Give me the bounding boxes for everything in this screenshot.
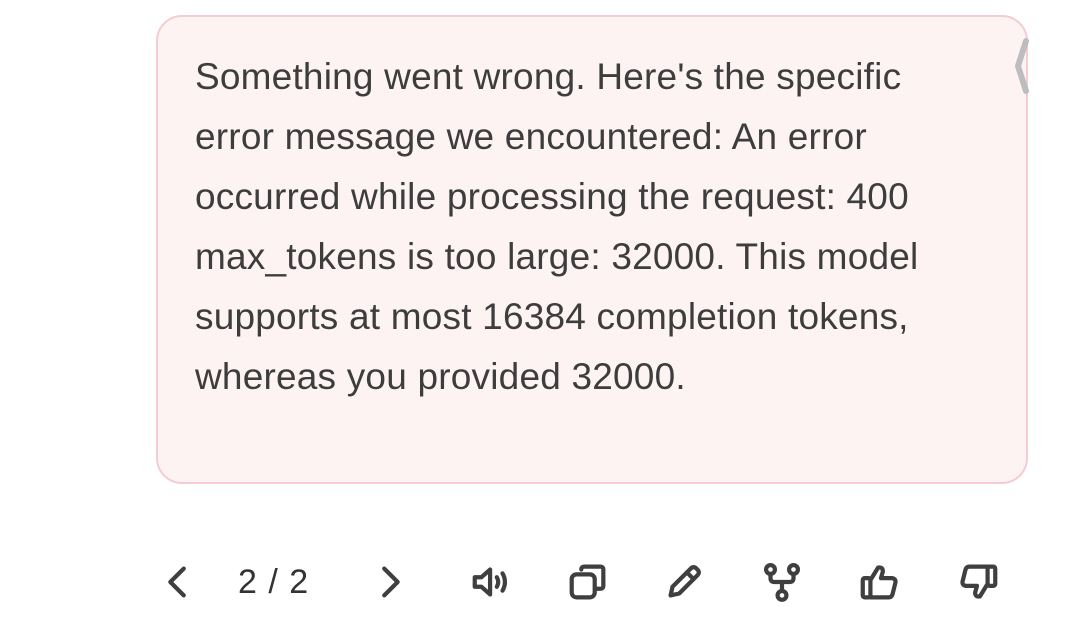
read-aloud-button[interactable] bbox=[464, 554, 520, 610]
error-message-bubble: Something went wrong. Here's the specifi… bbox=[156, 15, 1030, 484]
branch-conversation-button[interactable] bbox=[754, 554, 810, 610]
thumbs-up-button[interactable] bbox=[852, 554, 908, 610]
chevron-right-icon bbox=[382, 566, 400, 598]
copy-button[interactable] bbox=[560, 554, 616, 610]
next-response-button[interactable] bbox=[362, 554, 418, 610]
thumbs-up-icon bbox=[860, 565, 898, 600]
message-actions-toolbar: 2 / 2 bbox=[150, 550, 1020, 614]
copy-icon bbox=[569, 564, 606, 600]
edit-button[interactable] bbox=[656, 554, 712, 610]
thumbs-down-icon bbox=[960, 564, 998, 599]
chat-message-area: Something went wrong. Here's the specifi… bbox=[0, 0, 1079, 636]
previous-response-button[interactable] bbox=[150, 554, 206, 610]
branch-icon bbox=[763, 563, 801, 602]
pencil-icon bbox=[668, 565, 701, 598]
response-page-indicator: 2 / 2 bbox=[238, 563, 310, 601]
chevron-left-icon bbox=[168, 566, 186, 598]
bubble-collapse-handle[interactable] bbox=[1012, 37, 1030, 95]
thumbs-down-button[interactable] bbox=[950, 554, 1006, 610]
speaker-icon bbox=[472, 567, 508, 597]
error-message-text: Something went wrong. Here's the specifi… bbox=[195, 56, 919, 397]
